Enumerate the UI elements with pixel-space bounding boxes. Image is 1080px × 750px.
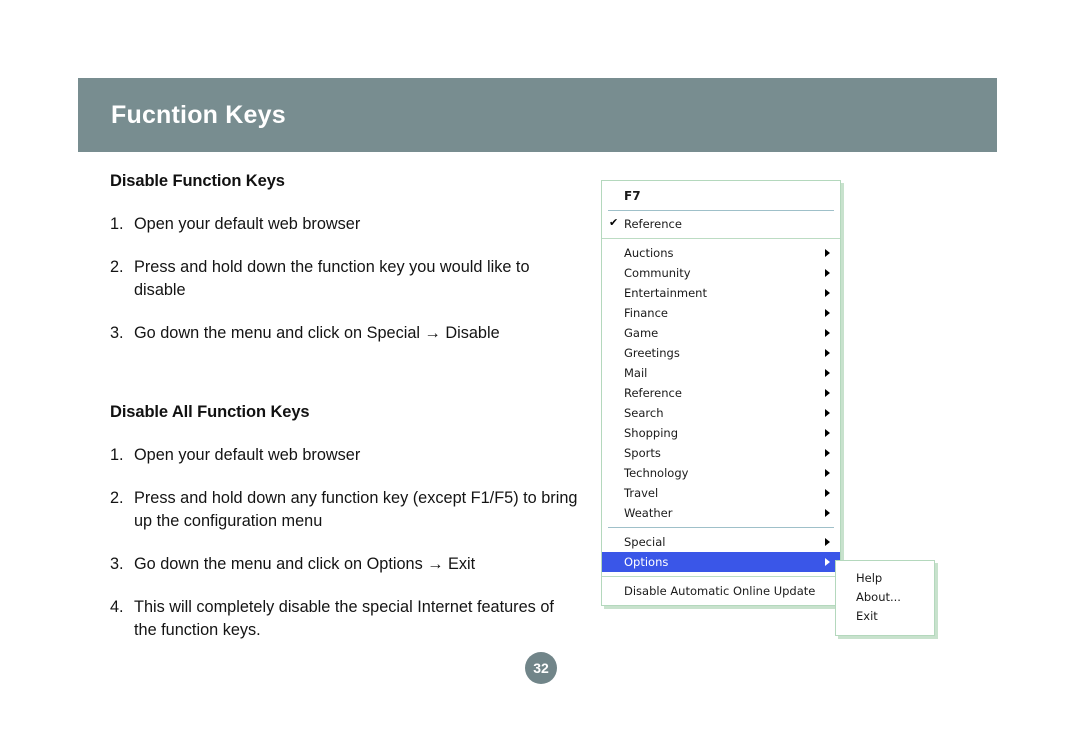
menu-item-reference-checked[interactable]: ✔ Reference	[602, 211, 840, 238]
submenu-arrow-icon	[825, 489, 830, 497]
menu-item-label: Sports	[624, 446, 661, 460]
menu-category-group: Auctions Community Entertainment Finance…	[602, 239, 840, 527]
menu-item-label: Entertainment	[624, 286, 707, 300]
menu-item-game[interactable]: Game	[602, 323, 840, 343]
menu-item-label: Reference	[624, 217, 682, 231]
list-item: 4. This will completely disable the spec…	[110, 596, 580, 642]
options-submenu: Help About... Exit	[835, 560, 935, 636]
menu-item-label: Technology	[624, 466, 689, 480]
step-number: 2.	[110, 258, 124, 276]
step-text: Press and hold down any function key (ex…	[134, 489, 578, 530]
menu-item-label: Search	[624, 406, 664, 420]
step-text: Go down the menu and click on Special → …	[134, 324, 500, 342]
page-title: Fucntion Keys	[111, 100, 286, 129]
menu-item-weather[interactable]: Weather	[602, 503, 840, 523]
submenu-arrow-icon	[825, 249, 830, 257]
menu-item-label: Finance	[624, 306, 668, 320]
menu-action-group: Special Options	[602, 528, 840, 576]
list-item: 3. Go down the menu and click on Special…	[110, 322, 580, 345]
list-item: 1. Open your default web browser	[110, 213, 580, 236]
menu-item-label: Special	[624, 535, 666, 549]
submenu-item-exit[interactable]: Exit	[836, 607, 934, 626]
page-number-badge: 32	[525, 652, 557, 684]
submenu-item-about[interactable]: About...	[836, 588, 934, 607]
step-text: Open your default web browser	[134, 215, 361, 233]
step-number: 3.	[110, 324, 124, 342]
submenu-arrow-icon	[825, 309, 830, 317]
menu-item-mail[interactable]: Mail	[602, 363, 840, 383]
menu-item-label: Shopping	[624, 426, 679, 440]
menu-item-auctions[interactable]: Auctions	[602, 243, 840, 263]
check-icon: ✔	[609, 216, 619, 229]
menu-item-label: Mail	[624, 366, 648, 380]
submenu-arrow-icon	[825, 469, 830, 477]
submenu-arrow-icon	[825, 429, 830, 437]
menu-item-options[interactable]: Options	[602, 552, 840, 572]
submenu-arrow-icon	[825, 409, 830, 417]
submenu-item-label: About...	[856, 590, 901, 604]
submenu-item-label: Exit	[856, 609, 878, 623]
menu-item-search[interactable]: Search	[602, 403, 840, 423]
step-number: 1.	[110, 446, 124, 464]
menu-item-label: Travel	[624, 486, 659, 500]
menu-item-reference[interactable]: Reference	[602, 383, 840, 403]
menu-item-community[interactable]: Community	[602, 263, 840, 283]
submenu-arrow-icon	[825, 538, 830, 546]
step-number: 1.	[110, 215, 124, 233]
step-number: 2.	[110, 489, 124, 507]
context-menu-illustration: F7 ✔ Reference Auctions Community Entert…	[601, 180, 841, 606]
submenu-item-help[interactable]: Help	[836, 569, 934, 588]
menu-item-sports[interactable]: Sports	[602, 443, 840, 463]
step-text: Open your default web browser	[134, 446, 361, 464]
menu-item-label: Greetings	[624, 346, 680, 360]
list-item: 2. Press and hold down the function key …	[110, 256, 580, 302]
submenu-arrow-icon	[825, 389, 830, 397]
submenu-arrow-icon	[825, 269, 830, 277]
submenu-arrow-icon	[825, 329, 830, 337]
step-number: 3.	[110, 555, 124, 573]
step-text: Go down the menu and click on Options → …	[134, 555, 476, 573]
submenu-arrow-icon	[825, 449, 830, 457]
submenu-arrow-icon	[825, 558, 830, 566]
menu-item-shopping[interactable]: Shopping	[602, 423, 840, 443]
menu-item-special[interactable]: Special	[602, 532, 840, 552]
menu-item-label: Reference	[624, 386, 682, 400]
menu-item-entertainment[interactable]: Entertainment	[602, 283, 840, 303]
step-number: 4.	[110, 598, 124, 616]
step-text: Press and hold down the function key you…	[134, 258, 530, 299]
menu-item-travel[interactable]: Travel	[602, 483, 840, 503]
submenu-arrow-icon	[825, 369, 830, 377]
submenu-arrow-icon	[825, 509, 830, 517]
step-list-disable-function-keys: 1. Open your default web browser 2. Pres…	[110, 213, 580, 345]
menu-item-label: Auctions	[624, 246, 674, 260]
list-item: 3. Go down the menu and click on Options…	[110, 553, 580, 576]
section-heading-disable-all-function-keys: Disable All Function Keys	[110, 403, 310, 421]
submenu-arrow-icon	[825, 289, 830, 297]
menu-item-disable-automatic-online-update[interactable]: Disable Automatic Online Update	[602, 581, 840, 601]
submenu-arrow-icon	[825, 349, 830, 357]
context-menu-title: F7	[624, 189, 641, 203]
menu-item-label: Game	[624, 326, 659, 340]
menu-item-label: Options	[624, 555, 669, 569]
menu-footer-group: Disable Automatic Online Update	[602, 577, 840, 605]
list-item: 1. Open your default web browser	[110, 444, 580, 467]
context-menu: F7 ✔ Reference Auctions Community Entert…	[601, 180, 841, 606]
menu-item-label: Community	[624, 266, 691, 280]
submenu-item-label: Help	[856, 571, 883, 585]
menu-item-greetings[interactable]: Greetings	[602, 343, 840, 363]
step-list-disable-all-function-keys: 1. Open your default web browser 2. Pres…	[110, 444, 580, 642]
menu-item-label: Disable Automatic Online Update	[624, 584, 816, 598]
section-heading-disable-function-keys: Disable Function Keys	[110, 172, 285, 190]
list-item: 2. Press and hold down any function key …	[110, 487, 580, 533]
menu-item-technology[interactable]: Technology	[602, 463, 840, 483]
menu-item-label: Weather	[624, 506, 673, 520]
page-header-bar: Fucntion Keys	[78, 78, 997, 152]
step-text: This will completely disable the special…	[134, 598, 554, 639]
menu-item-finance[interactable]: Finance	[602, 303, 840, 323]
instructions-column: Disable Function Keys 1. Open your defau…	[110, 172, 580, 662]
